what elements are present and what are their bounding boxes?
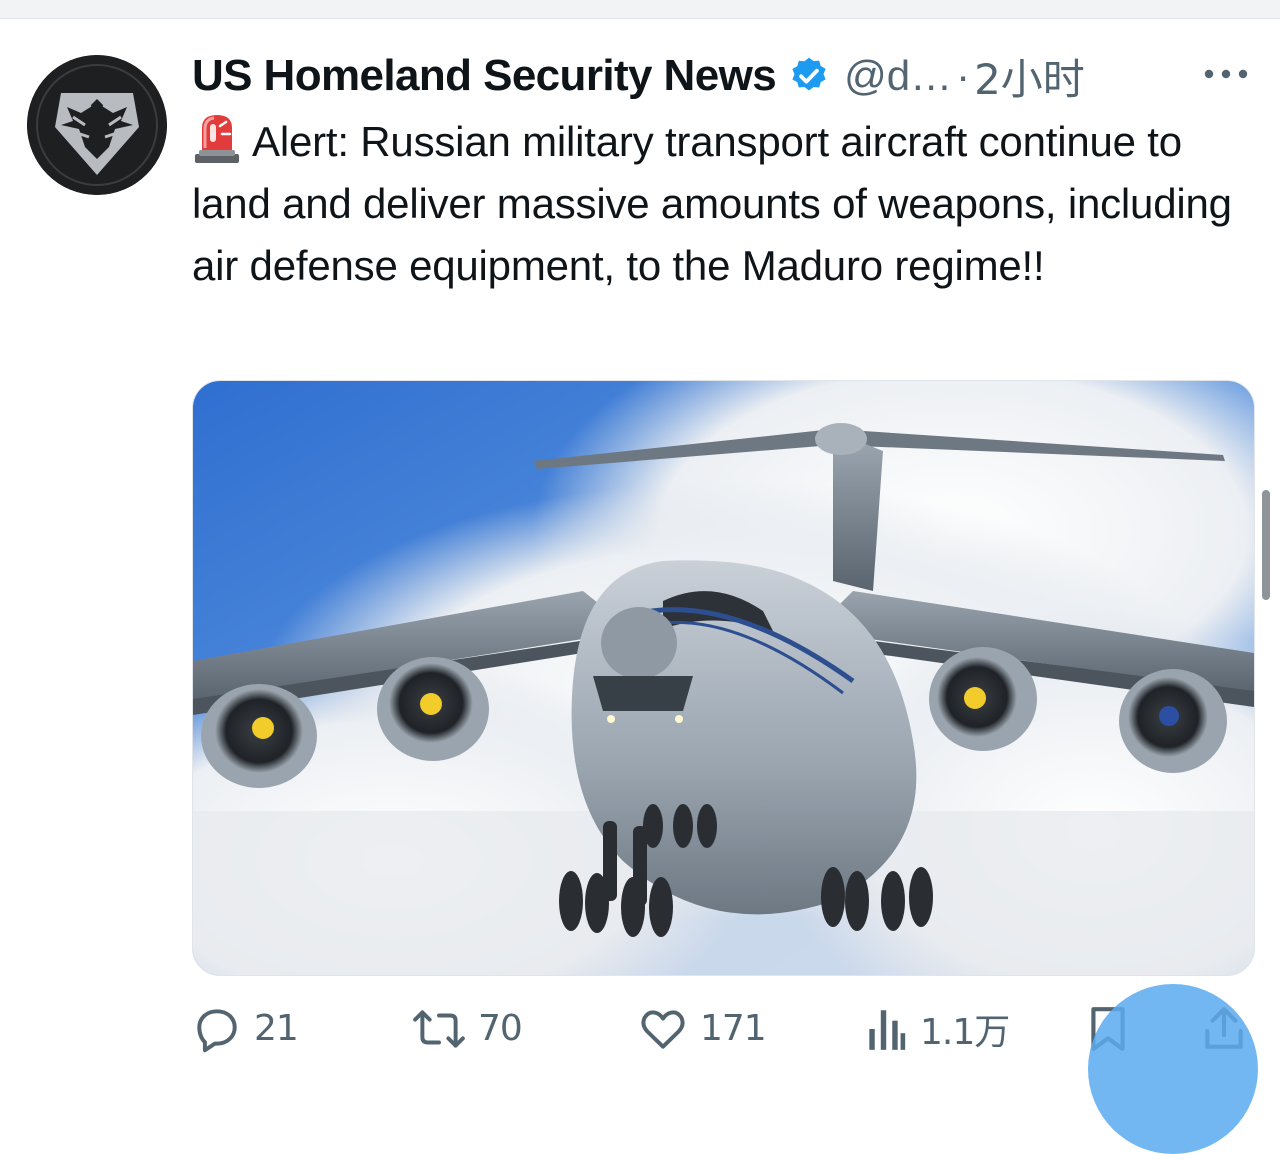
- author-handle[interactable]: @d…: [844, 52, 952, 100]
- tweet-body: Alert: Russian military transport aircra…: [192, 110, 1252, 297]
- reply-count: 21: [254, 1008, 299, 1049]
- timestamp[interactable]: 2小时: [974, 46, 1085, 107]
- retweet-count: 70: [478, 1008, 523, 1049]
- tweet-header: US Homeland Security News @d… · 2小时: [192, 48, 1085, 104]
- retweet-icon: [413, 1009, 465, 1048]
- author-name[interactable]: US Homeland Security News: [192, 51, 777, 101]
- more-dots-icon: [1204, 69, 1248, 79]
- views-count: 1.1万: [920, 1011, 1010, 1053]
- more-button[interactable]: [1200, 60, 1252, 88]
- tweet-text: Alert: Russian military transport aircra…: [192, 118, 1232, 289]
- like-count: 171: [700, 1008, 767, 1049]
- floating-action-button[interactable]: [1088, 984, 1258, 1154]
- aircraft-photo: [193, 381, 1254, 975]
- retweet-button[interactable]: 70: [412, 1000, 523, 1057]
- eagle-shield-logo: [27, 55, 167, 195]
- views-button[interactable]: 1.1万: [864, 1000, 1010, 1057]
- police-car-light-emoji: [192, 110, 242, 164]
- reply-icon: [197, 1008, 237, 1052]
- top-bar: [0, 0, 1280, 19]
- scrollbar-thumb[interactable]: [1262, 490, 1270, 600]
- reply-button[interactable]: 21: [192, 1000, 299, 1057]
- verified-badge-icon: [788, 55, 830, 97]
- avatar[interactable]: [27, 55, 167, 195]
- like-button[interactable]: 171: [638, 1000, 767, 1057]
- tweet-image[interactable]: [192, 380, 1255, 976]
- views-bar-chart-icon: [869, 1009, 906, 1050]
- heart-icon: [641, 1009, 685, 1049]
- meta-separator: ·: [956, 52, 971, 99]
